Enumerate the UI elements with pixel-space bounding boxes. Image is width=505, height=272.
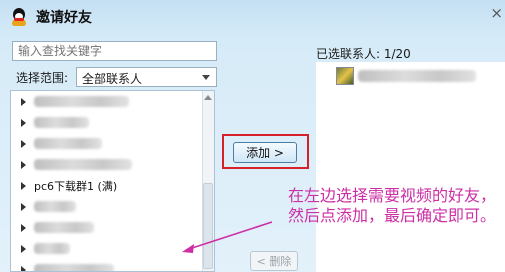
selected-count-label: 已选联系人: 1/20 [316,47,411,61]
contact-list-scrollbar[interactable] [202,91,214,271]
range-select[interactable]: 全部联系人 [76,67,217,87]
blurred-contact-name [34,243,70,254]
close-icon[interactable]: × [490,4,503,22]
contact-group-row[interactable] [11,259,214,271]
contact-group-row[interactable] [11,196,214,217]
add-button[interactable]: 添加 > [233,142,297,163]
contact-group-row[interactable] [11,238,214,259]
contact-group-label: pc6下载群1 (满) [34,179,118,193]
range-label: 选择范围: [16,71,69,85]
avatar [336,67,354,85]
contact-group-row[interactable] [11,133,214,154]
chevron-down-icon [202,75,210,80]
expand-arrow-icon [21,223,26,232]
blurred-contact-name [34,222,94,233]
contact-group-row[interactable]: pc6下载群1 (满) [11,175,214,196]
contact-list[interactable]: pc6下载群1 (满) [10,90,215,272]
contact-group-row[interactable] [11,112,214,133]
blurred-contact-name [34,117,89,128]
qq-penguin-icon [10,8,28,26]
selected-contacts-panel[interactable] [316,62,505,272]
expand-arrow-icon [21,202,26,211]
scroll-up-icon[interactable] [204,95,212,100]
contact-group-row[interactable] [11,154,214,175]
title-bar: 邀请好友 × [0,0,505,34]
window-title: 邀请好友 [36,10,92,26]
contact-group-row[interactable] [11,91,214,112]
annotation-text: 在左边选择需要视频的好友，然后点添加，最后确定即可。 [288,186,497,225]
expand-arrow-icon [21,244,26,253]
expand-arrow-icon [21,160,26,169]
expand-arrow-icon [21,97,26,106]
remove-button[interactable]: < 删除 [250,251,298,271]
blurred-contact-name [34,264,114,271]
invite-friends-window: 邀请好友 × 选择范围: 全部联系人 pc6下载群1 (满) 添加 > < 删除… [0,0,505,272]
expand-arrow-icon [21,118,26,127]
range-select-value: 全部联系人 [82,72,143,86]
blurred-contact-name [34,138,102,149]
search-input[interactable] [12,41,217,61]
blurred-contact-name [34,201,76,212]
expand-arrow-icon [21,265,26,271]
expand-arrow-icon [21,181,26,190]
blurred-contact-name [34,96,129,107]
contact-group-row[interactable] [11,217,214,238]
scroll-thumb[interactable] [203,183,213,269]
blurred-contact-name [34,159,132,170]
expand-arrow-icon [21,139,26,148]
blurred-selected-contact[interactable] [358,70,476,82]
